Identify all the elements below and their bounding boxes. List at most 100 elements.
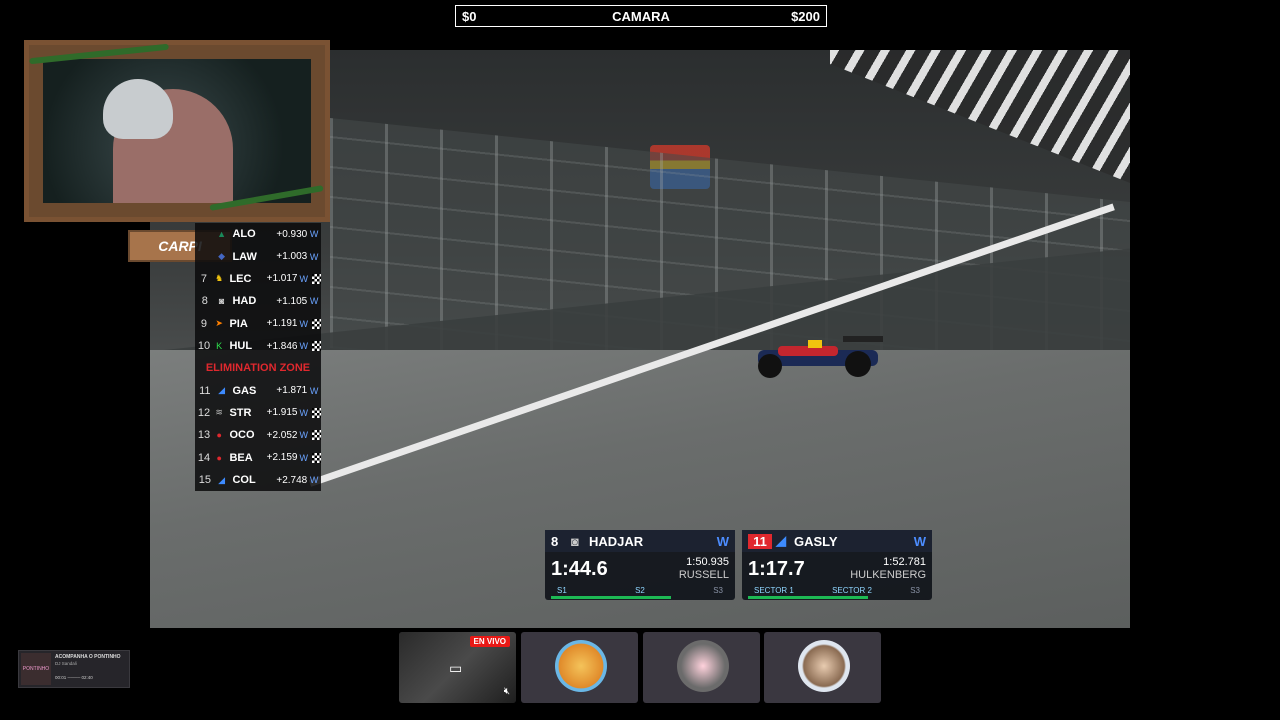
now-playing-widget[interactable]: PONTINHO ACOMPANHA O PONTINHO DJ Sandali… — [18, 650, 130, 688]
tyre: W — [299, 407, 309, 418]
sector-1: SECTOR 1 — [754, 586, 794, 595]
driver-code: PIA — [229, 317, 248, 330]
tyre: W — [309, 475, 319, 486]
channel-tile[interactable] — [764, 632, 881, 703]
gap: +1.871 — [276, 385, 308, 397]
timing-driver: GASLY — [794, 533, 838, 549]
channel-avatar — [677, 640, 729, 692]
timing-tyre: W — [913, 533, 926, 549]
standings-row: 9 ➤ PIA +1.191 W — [195, 313, 321, 335]
track-title: ACOMPANHA O PONTINHO — [55, 654, 121, 660]
checkered-flag-icon — [312, 318, 321, 329]
mclaren-icon: ➤ — [215, 318, 223, 329]
channel-tile[interactable] — [521, 632, 638, 703]
position: 8 — [201, 295, 208, 308]
standings-row: 11 ◢ GAS +1.871 W — [195, 379, 321, 401]
racing-bulls-icon: ◙ — [218, 296, 225, 307]
sector-labels: S1 S2 S3 — [545, 586, 735, 595]
tyre: W — [309, 229, 319, 240]
chair — [103, 79, 173, 139]
tyre: W — [309, 385, 319, 396]
sector-2: S2 — [635, 586, 645, 595]
timing-header: 11 ◢ GASLY W — [742, 530, 932, 552]
position: 7 — [200, 272, 208, 285]
live-preview-tile[interactable]: EN VIVO ▭ 🔇︎ — [399, 632, 516, 703]
reference: 1:52.781 HULKENBERG — [850, 556, 926, 582]
channel-avatar — [555, 640, 607, 692]
channel-tile[interactable] — [643, 632, 760, 703]
sector-3: S3 — [713, 586, 723, 595]
track-artist: DJ Sandali — [55, 661, 77, 666]
sector-labels: SECTOR 1 SECTOR 2 S3 — [742, 586, 932, 595]
timing-tyre: W — [716, 533, 729, 549]
current-lap-time: 1:44.6 — [551, 557, 608, 580]
gap: +0.930 — [276, 228, 308, 240]
position: 12 — [197, 406, 211, 419]
standings-tower: ▲ ALO +0.930 W ◆ LAW +1.003 W 7 ♞ LEC +1… — [195, 223, 321, 492]
timing-body: 1:17.7 1:52.781 HULKENBERG — [742, 552, 932, 586]
live-badge: EN VIVO — [469, 636, 510, 647]
gap: +1.003 — [276, 251, 308, 263]
ferrari-icon: ♞ — [215, 273, 224, 284]
mute-icon[interactable]: 🔇︎ — [504, 686, 510, 697]
standings-row: ◆ LAW +1.003 W — [195, 245, 321, 267]
driver-code: COL — [232, 474, 256, 487]
standings-row: 12 ≋ STR +1.915 W — [195, 402, 321, 424]
driver-code: BEA — [229, 451, 253, 464]
timing-position: 8 — [551, 533, 559, 549]
aston-martin-icon: ≋ — [215, 407, 223, 418]
alpine-icon: ◢ — [218, 385, 226, 396]
stadium-lights — [830, 50, 1130, 183]
driver-code: ALO — [232, 228, 256, 241]
standings-row: 7 ♞ LEC +1.017 W — [195, 268, 321, 290]
position: 10 — [197, 340, 211, 353]
gap: +2.748 — [276, 474, 308, 486]
sector-progress-bar — [551, 596, 671, 599]
timing-driver: HADJAR — [589, 533, 644, 549]
sector-2: SECTOR 2 — [832, 586, 872, 595]
chat-icon: ▭ — [449, 660, 463, 676]
webcam-frame — [24, 40, 330, 222]
reference: 1:50.935 RUSSELL — [679, 556, 729, 582]
alpine-icon: ◢ — [218, 474, 226, 485]
team-icon: ▲ — [217, 229, 227, 240]
checkered-flag-icon — [312, 407, 321, 418]
reference-driver: RUSSELL — [678, 569, 729, 581]
webcam-feed — [43, 59, 311, 203]
checkered-flag-icon — [312, 273, 321, 284]
timing-position: 11 — [748, 533, 772, 549]
position: 9 — [200, 317, 208, 330]
gap: +1.915 — [266, 407, 298, 419]
driver-code: HAD — [232, 295, 257, 308]
gap: +1.191 — [266, 318, 298, 330]
driver-code: STR — [229, 406, 252, 419]
sector-progress-bar — [748, 596, 868, 599]
position: 13 — [197, 429, 211, 442]
timing-box-hadjar: 8 ◙ HADJAR W 1:44.6 1:50.935 RUSSELL S1 … — [545, 530, 735, 600]
haas-icon: ● — [216, 452, 222, 463]
timing-box-gasly: 11 ◢ GASLY W 1:17.7 1:52.781 HULKENBERG … — [742, 530, 932, 600]
checkered-flag-icon — [312, 341, 321, 352]
tyre: W — [299, 452, 309, 463]
bet-left-value: $0 — [462, 8, 477, 24]
standings-row: 8 ◙ HAD +1.105 W — [195, 290, 321, 312]
tyre: W — [309, 296, 319, 307]
haas-icon: ● — [216, 430, 222, 441]
channel-avatar — [798, 640, 850, 692]
gap: +1.846 — [266, 340, 298, 352]
timing-header: 8 ◙ HADJAR W — [545, 530, 735, 552]
reference-driver: HULKENBERG — [850, 569, 926, 581]
timing-body: 1:44.6 1:50.935 RUSSELL — [545, 552, 735, 586]
sector-3: S3 — [910, 586, 920, 595]
reference-time: 1:50.935 — [686, 556, 729, 568]
driver-code: GAS — [232, 384, 257, 397]
tyre: W — [299, 430, 309, 441]
standings-row: 13 ● OCO +2.052 W — [195, 424, 321, 446]
race-car — [758, 336, 883, 378]
driver-code: HUL — [229, 340, 253, 353]
gap: +1.017 — [266, 273, 298, 285]
standings-row: 14 ● BEA +2.159 W — [195, 447, 321, 469]
sector-1: S1 — [557, 586, 567, 595]
tyre: W — [299, 318, 309, 329]
position: 14 — [197, 451, 211, 464]
